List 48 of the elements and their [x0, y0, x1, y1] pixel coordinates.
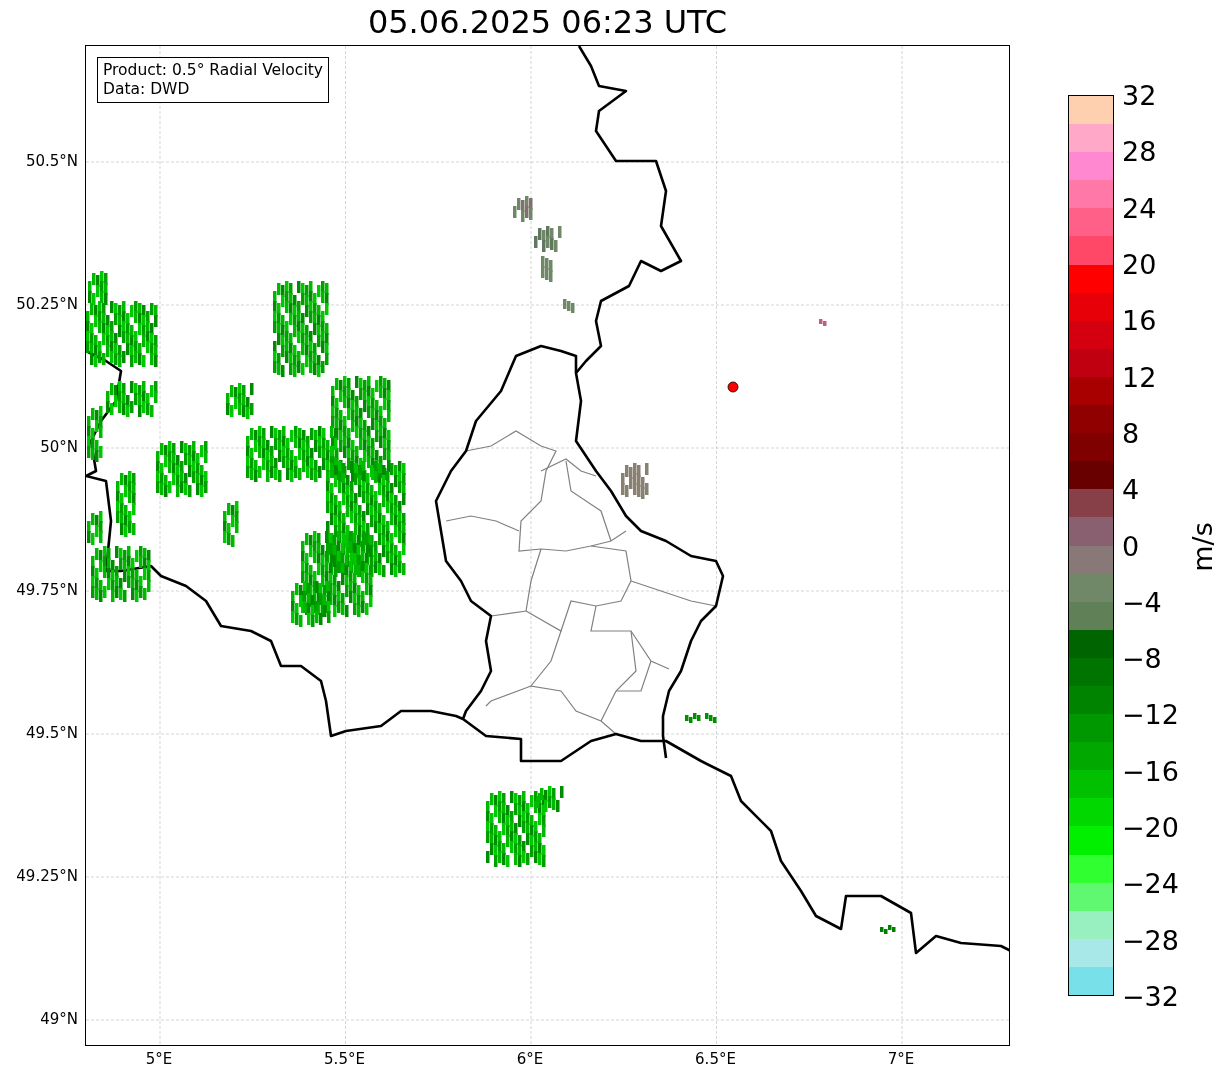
colorbar-unit-label: m/s: [1186, 522, 1218, 572]
latitude-label: 49.25°N: [16, 867, 78, 885]
radar-echo: [685, 713, 717, 723]
longitude-label: 5°E: [145, 1050, 173, 1068]
radar-echo: [513, 196, 533, 222]
radar-echo: [534, 226, 562, 252]
colorbar-tick-label: −28: [1122, 924, 1179, 956]
radar-echo: [223, 501, 239, 547]
chart-title: 05.06.2025 06:23 UTC: [367, 2, 728, 43]
radar-echo: [106, 381, 158, 417]
latitude-label: 49.5°N: [25, 724, 78, 742]
latitude-label: 50.25°N: [16, 295, 78, 313]
colorbar-tick-label: 4: [1122, 473, 1140, 505]
legend-text: Data: DWD: [103, 80, 191, 99]
colorbar-tick-label: −20: [1122, 811, 1179, 843]
colorbar-tick-label: 32: [1122, 79, 1157, 111]
radar-site-marker: [727, 381, 739, 393]
colorbar-tick-label: 24: [1122, 192, 1157, 224]
radar-echo: [226, 383, 254, 419]
colorbar-tick-label: −4: [1122, 586, 1162, 618]
colorbar-tick-label: 8: [1122, 417, 1140, 449]
latitude-label: 50°N: [40, 438, 78, 456]
colorbar-tick-label: −12: [1122, 698, 1179, 730]
radar-echo: [621, 463, 649, 499]
longitude-label: 6°E: [516, 1050, 544, 1068]
colorbar-tick-label: 12: [1122, 361, 1157, 393]
longitude-label: 7°E: [887, 1050, 915, 1068]
radar-echo: [87, 406, 103, 462]
latitude-label: 49°N: [40, 1010, 78, 1028]
longitude-label: 6.5°E: [695, 1050, 736, 1068]
colorbar-tick-label: −8: [1122, 642, 1162, 674]
colorbar-tick-label: 28: [1122, 135, 1157, 167]
colorbar-tick-label: −16: [1122, 755, 1179, 787]
radar-echo: [563, 299, 575, 313]
colorbar-tick-label: 0: [1122, 530, 1140, 561]
longitude-label: 5.5°E: [324, 1050, 365, 1068]
legend-text: Product: 0.5° Radial Velocity: [103, 61, 323, 80]
colorbar-tick-label: −32: [1122, 980, 1179, 1012]
radar-echo: [156, 441, 208, 497]
radar-echo: [541, 256, 553, 282]
radar-echo: [116, 471, 136, 537]
colorbar-tick-label: 20: [1122, 248, 1157, 280]
radar-echo: [880, 925, 896, 934]
colorbar-tick-label: 16: [1122, 304, 1157, 336]
latitude-label: 49.75°N: [16, 581, 78, 599]
colorbar-tick-label: −24: [1122, 867, 1179, 899]
latitude-label: 50.5°N: [25, 152, 78, 170]
radar-echo: [819, 319, 827, 326]
